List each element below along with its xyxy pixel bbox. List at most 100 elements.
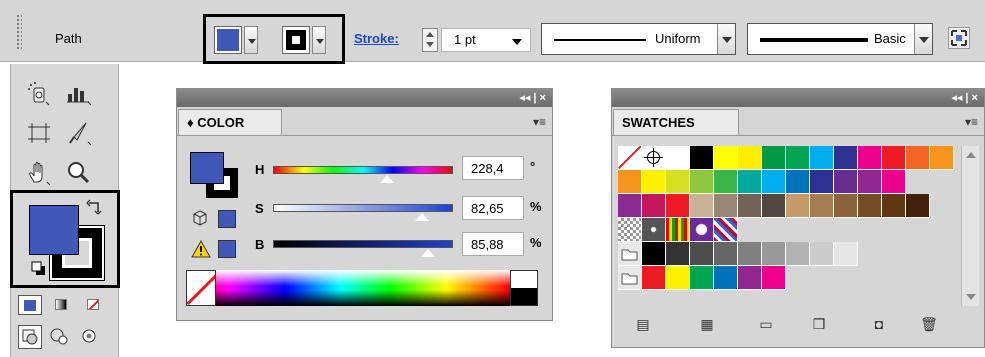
hue-value-field[interactable]: 228,4 <box>462 156 524 180</box>
spectrum-black-white-swatch[interactable] <box>510 270 538 306</box>
none-button[interactable] <box>82 295 106 315</box>
swatch-color[interactable] <box>762 170 786 194</box>
tab-swatches[interactable]: SWATCHES <box>613 109 739 135</box>
zoom-icon[interactable] <box>63 160 95 186</box>
hand-icon[interactable] <box>23 160 55 186</box>
swatch-color[interactable] <box>738 242 762 266</box>
swatch-color[interactable] <box>714 194 738 218</box>
fill-dropdown-button[interactable] <box>244 26 258 54</box>
swatch-pattern[interactable] <box>618 218 642 242</box>
draw-behind-icon[interactable] <box>48 325 72 349</box>
swatch-color[interactable] <box>642 242 666 266</box>
swatch-color[interactable] <box>906 194 930 218</box>
swatch-pattern[interactable] <box>714 218 738 242</box>
saturation-slider-thumb[interactable] <box>413 212 430 222</box>
swatch-color[interactable] <box>762 242 786 266</box>
swatch-color[interactable] <box>690 194 714 218</box>
swatch-color[interactable] <box>930 146 954 170</box>
color-panel-fill-swatch[interactable] <box>190 152 224 184</box>
draw-inside-icon[interactable] <box>78 325 102 349</box>
color-group-folder-icon[interactable] <box>618 266 642 290</box>
swatch-registration[interactable] <box>642 146 666 170</box>
hue-slider-track[interactable] <box>273 166 453 174</box>
brush-definition-dropdown[interactable]: Basic <box>747 23 933 55</box>
brightness-slider-track[interactable] <box>273 240 453 248</box>
new-color-group-icon[interactable]: ❐ <box>810 316 828 332</box>
out-of-web-color-icon[interactable] <box>191 209 209 230</box>
swatch-color[interactable] <box>690 242 714 266</box>
swatch-color[interactable] <box>882 194 906 218</box>
saturation-slider-track[interactable] <box>273 204 453 212</box>
swatch-color[interactable] <box>666 266 690 290</box>
swatch-color[interactable] <box>738 170 762 194</box>
swatch-color[interactable] <box>618 170 642 194</box>
stroke-dropdown-button[interactable] <box>312 26 326 54</box>
swatch-color[interactable] <box>810 170 834 194</box>
stroke-swatch-button[interactable] <box>282 26 310 54</box>
swatch-color[interactable] <box>690 266 714 290</box>
swatch-color[interactable] <box>810 242 834 266</box>
fill-swatch-button[interactable] <box>214 26 242 54</box>
swatch-color[interactable] <box>714 146 738 170</box>
panel-title-bar[interactable]: ◂◂ | × <box>612 89 984 107</box>
swatch-color[interactable] <box>858 146 882 170</box>
swatch-color[interactable] <box>786 170 810 194</box>
grip-handle[interactable] <box>16 14 22 50</box>
swatch-options-icon[interactable]: ▭ <box>757 316 775 332</box>
out-of-gamut-warning-icon[interactable] <box>191 239 211 261</box>
swatch-color[interactable] <box>762 194 786 218</box>
scroll-up-icon[interactable] <box>966 152 976 158</box>
swatch-color[interactable] <box>714 170 738 194</box>
swap-fill-stroke-icon[interactable] <box>86 198 104 219</box>
default-fill-stroke-icon[interactable] <box>31 261 47 280</box>
graph-icon[interactable] <box>63 80 95 106</box>
swatch-color[interactable] <box>786 242 810 266</box>
show-swatch-kinds-icon[interactable]: ▦ <box>698 316 716 332</box>
swatch-color[interactable] <box>858 194 882 218</box>
swatch-pattern[interactable] <box>642 218 666 242</box>
scroll-down-icon[interactable] <box>966 294 976 300</box>
swatch-color[interactable] <box>858 170 882 194</box>
gradient-button[interactable] <box>50 295 74 315</box>
draw-normal-icon[interactable] <box>18 325 42 349</box>
delete-swatch-icon[interactable]: 🗑 <box>920 316 938 332</box>
variable-width-profile-dropdown[interactable]: Uniform <box>541 23 736 55</box>
swatch-color[interactable] <box>834 146 858 170</box>
swatch-libraries-icon[interactable]: ▤ <box>634 316 652 332</box>
swatch-color[interactable] <box>714 266 738 290</box>
swatch-color[interactable] <box>834 242 858 266</box>
slice-icon[interactable] <box>63 120 95 146</box>
swatch-color[interactable] <box>810 194 834 218</box>
color-group-folder-icon[interactable] <box>618 242 642 266</box>
swatches-scrollbar[interactable] <box>961 146 979 306</box>
stroke-weight-stepper[interactable] <box>422 28 438 52</box>
stroke-panel-link[interactable]: Stroke: <box>354 31 399 46</box>
artboard-icon[interactable] <box>23 120 55 146</box>
hue-slider-thumb[interactable] <box>379 174 396 184</box>
saturation-value-field[interactable]: 82,65 <box>462 196 524 220</box>
web-safe-color-swatch[interactable] <box>218 210 236 228</box>
swatch-color[interactable] <box>906 146 930 170</box>
swatch-color[interactable] <box>882 146 906 170</box>
swatch-color[interactable] <box>738 194 762 218</box>
swatch-color[interactable] <box>786 146 810 170</box>
in-gamut-color-swatch[interactable] <box>218 240 236 258</box>
swatch-color[interactable] <box>690 146 714 170</box>
fill-swatch[interactable] <box>29 205 79 255</box>
tab-color[interactable]: ♦ COLOR <box>178 109 282 135</box>
swatch-color[interactable] <box>666 146 690 170</box>
symbol-sprayer-icon[interactable] <box>23 80 55 106</box>
swatch-color[interactable] <box>738 266 762 290</box>
swatch-color[interactable] <box>762 146 786 170</box>
swatch-color[interactable] <box>810 146 834 170</box>
swatch-color[interactable] <box>642 266 666 290</box>
swatch-color[interactable] <box>738 146 762 170</box>
swatch-color[interactable] <box>714 242 738 266</box>
collapse-close-controls[interactable]: ◂◂ | × <box>519 91 546 104</box>
swatch-color[interactable] <box>690 170 714 194</box>
swatch-color[interactable] <box>834 194 858 218</box>
spectrum-none-swatch[interactable] <box>186 270 216 306</box>
swatch-color[interactable] <box>834 170 858 194</box>
swatch-color[interactable] <box>642 170 666 194</box>
swatch-color[interactable] <box>642 194 666 218</box>
